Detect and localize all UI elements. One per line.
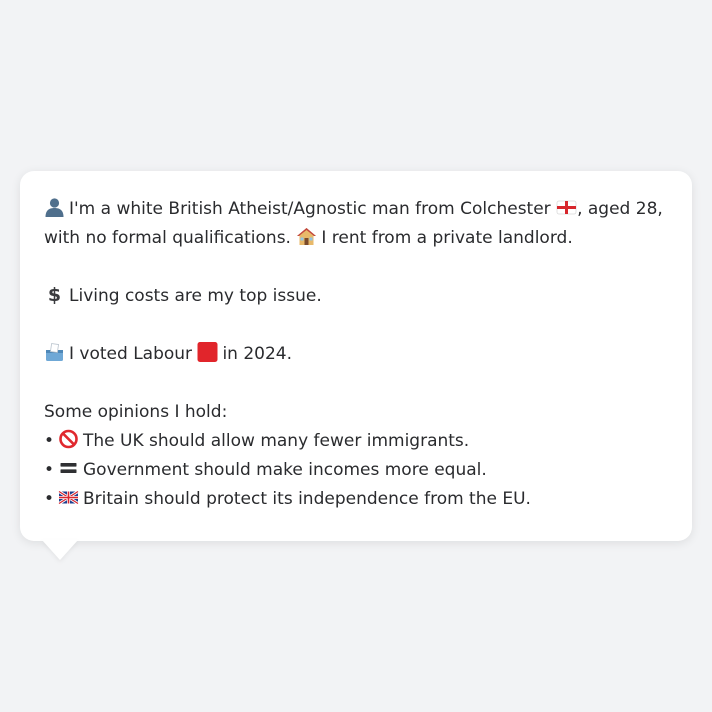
uk-flag-icon [58,487,79,507]
opinion-text: Britain should protect its independence … [83,489,531,509]
person-silhouette-icon [44,197,65,217]
vote-text-a: I voted Labour [69,344,193,364]
opinion-item: • Britain should protect its independenc… [44,485,668,514]
dollar-sign-icon: $ [44,284,65,304]
vote-text-b: in 2024. [222,344,293,364]
opinion-item: • The UK should allow many fewer immigra… [44,427,668,456]
top-issue-paragraph: $ Living costs are my top issue. [44,282,668,311]
bullet: • [44,460,55,480]
top-issue-line: $ Living costs are my top issue. [44,282,668,311]
house-icon [296,226,317,246]
intro-paragraph: I'm a white British Atheist/Agnostic man… [44,195,668,253]
persona-message-bubble: I'm a white British Atheist/Agnostic man… [20,171,692,541]
opinion-text: The UK should allow many fewer immigrant… [83,431,470,451]
intro-line-2: with no formal qualifications. I rent fr… [44,224,668,253]
opinion-item: • Government should make incomes more eq… [44,456,668,485]
bullet: • [44,489,55,509]
intro-text-c: with no formal qualifications. [44,228,291,248]
opinions-section: Some opinions I hold: • The UK should al… [44,398,668,514]
intro-text-d: I rent from a private landlord. [321,228,573,248]
bubble-tail [42,540,78,560]
england-flag-icon [556,197,577,217]
opinions-header: Some opinions I hold: [44,402,228,422]
page: I'm a white British Atheist/Agnostic man… [0,0,712,712]
prohibited-icon [58,429,79,449]
ballot-box-icon [44,342,65,362]
intro-text-b: , aged 28, [577,199,663,219]
svg-text:$: $ [48,284,61,304]
intro-text-a: I'm a white British Atheist/Agnostic man… [69,199,551,219]
top-issue-text: Living costs are my top issue. [69,286,322,306]
intro-line-1: I'm a white British Atheist/Agnostic man… [44,195,668,224]
bullet: • [44,431,55,451]
vote-line: I voted Labour in 2024. [44,340,668,369]
opinion-text: Government should make incomes more equa… [83,460,487,480]
vote-paragraph: I voted Labour in 2024. [44,340,668,369]
equals-icon [58,458,79,478]
red-square-icon [197,342,218,362]
